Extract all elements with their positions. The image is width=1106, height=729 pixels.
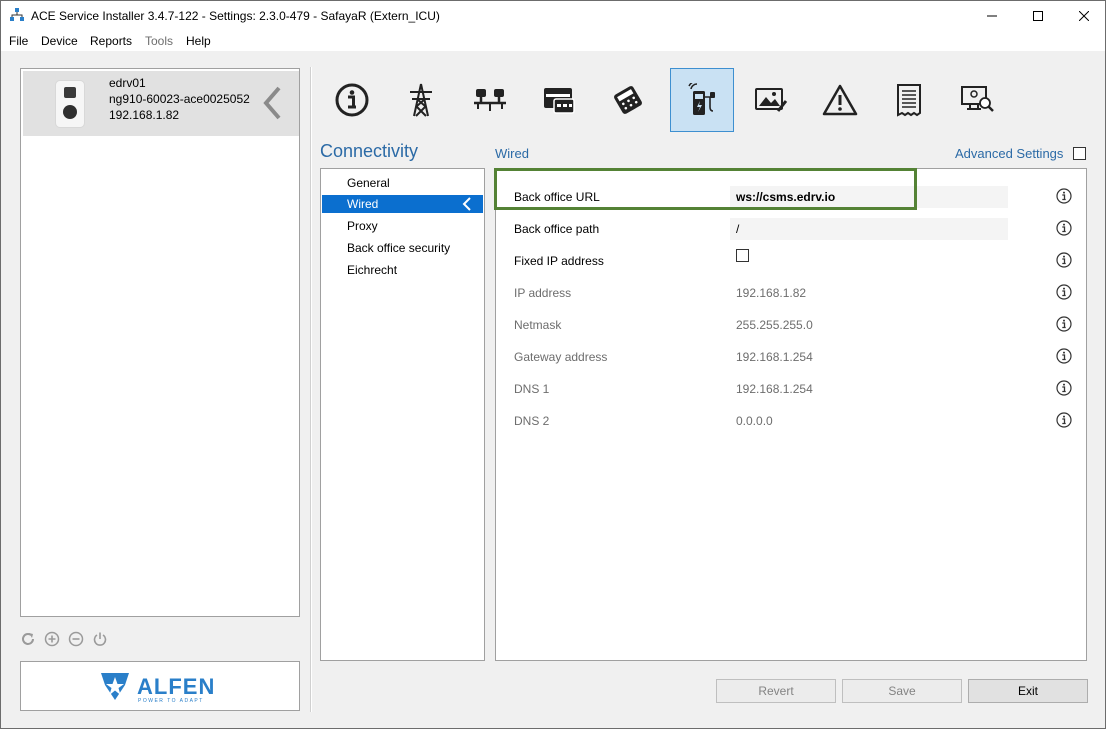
category-diagnostics[interactable] xyxy=(946,68,1010,132)
subnav-item-proxy[interactable]: Proxy xyxy=(322,217,483,235)
display-image-icon xyxy=(755,88,788,112)
info-icon[interactable] xyxy=(1056,380,1072,396)
panel-divider xyxy=(310,67,312,712)
window-title: ACE Service Installer 3.4.7-122 - Settin… xyxy=(31,9,440,23)
maximize-button[interactable] xyxy=(1015,1,1061,31)
chevron-left-icon xyxy=(462,197,472,216)
info-icon[interactable] xyxy=(1056,220,1072,236)
category-connectivity[interactable] xyxy=(670,68,734,132)
power-icon[interactable] xyxy=(92,631,108,647)
fixed-ip-checkbox[interactable] xyxy=(736,249,749,262)
device-ip: 192.168.1.82 xyxy=(109,108,180,122)
device-list: edrv01 ng910-60023-ace0025052 192.168.1.… xyxy=(20,68,300,617)
device-list-item[interactable]: edrv01 ng910-60023-ace0025052 192.168.1.… xyxy=(23,71,299,136)
chevron-left-icon[interactable] xyxy=(261,85,283,124)
dns1-label: DNS 1 xyxy=(514,382,550,396)
back-office-path-field[interactable] xyxy=(730,218,1008,240)
gateway-value: 192.168.1.254 xyxy=(736,350,813,364)
diagnostics-icon xyxy=(961,86,994,112)
add-icon[interactable] xyxy=(44,631,60,647)
info-icon xyxy=(335,83,369,117)
alfen-logo: ALFEN POWER TO ADAPT xyxy=(20,661,300,711)
document-icon xyxy=(897,84,921,117)
menu-device[interactable]: Device xyxy=(41,34,78,48)
fixed-ip-label: Fixed IP address xyxy=(514,254,604,268)
info-icon[interactable] xyxy=(1056,284,1072,300)
category-display[interactable] xyxy=(739,68,803,132)
menu-tools[interactable]: Tools xyxy=(145,34,173,48)
connectivity-subnav: General Wired Proxy Back office security… xyxy=(320,168,485,661)
refresh-icon[interactable] xyxy=(20,631,36,647)
close-icon xyxy=(1079,11,1089,21)
subnav-item-eichrecht[interactable]: Eichrecht xyxy=(322,261,483,279)
menu-help[interactable]: Help xyxy=(186,34,211,48)
subnav-item-wired[interactable]: Wired xyxy=(322,195,483,213)
minimize-icon xyxy=(987,15,997,17)
warning-icon xyxy=(822,84,858,116)
menu-reports[interactable]: Reports xyxy=(90,34,132,48)
connectivity-charger-icon xyxy=(688,83,715,115)
subnav-item-back-office-security[interactable]: Back office security xyxy=(322,239,483,257)
remove-icon[interactable] xyxy=(68,631,84,647)
category-grid[interactable] xyxy=(389,68,453,132)
advanced-settings-label[interactable]: Advanced Settings xyxy=(955,146,1063,161)
logo-name: ALFEN xyxy=(137,674,216,699)
menu-bar: File Device Reports Tools Help xyxy=(1,31,1105,51)
payment-terminal-icon xyxy=(614,86,642,114)
dns2-value: 0.0.0.0 xyxy=(736,414,773,428)
card-reader-icon xyxy=(544,88,575,114)
alfen-logo-mark-icon xyxy=(99,670,131,705)
title-bar: ACE Service Installer 3.4.7-122 - Settin… xyxy=(1,1,1105,31)
revert-button[interactable]: Revert xyxy=(716,679,836,703)
category-warnings[interactable] xyxy=(808,68,872,132)
category-info[interactable] xyxy=(320,68,384,132)
charger-device-icon xyxy=(55,80,85,128)
info-icon[interactable] xyxy=(1056,348,1072,364)
maximize-icon xyxy=(1033,11,1043,21)
info-icon[interactable] xyxy=(1056,316,1072,332)
minimize-button[interactable] xyxy=(969,1,1015,31)
subnav-item-label: Wired xyxy=(347,197,379,211)
exit-button[interactable]: Exit xyxy=(968,679,1088,703)
category-documents[interactable] xyxy=(877,68,941,132)
device-info: edrv01 ng910-60023-ace0025052 192.168.1.… xyxy=(109,75,250,123)
netmask-value: 255.255.255.0 xyxy=(736,318,813,332)
info-icon[interactable] xyxy=(1056,412,1072,428)
ip-address-value: 192.168.1.82 xyxy=(736,286,807,300)
device-serial: ng910-60023-ace0025052 xyxy=(109,92,250,106)
save-button[interactable]: Save xyxy=(842,679,962,703)
netmask-label: Netmask xyxy=(514,318,562,332)
dns2-label: DNS 2 xyxy=(514,414,550,428)
info-icon[interactable] xyxy=(1056,252,1072,268)
power-tower-icon xyxy=(410,83,432,117)
logo-tagline: POWER TO ADAPT xyxy=(138,698,204,704)
close-button[interactable] xyxy=(1061,1,1106,31)
highlight-annotation xyxy=(494,168,917,210)
back-office-path-value[interactable]: / xyxy=(736,222,739,236)
category-payment[interactable] xyxy=(596,68,660,132)
section-title: Connectivity xyxy=(320,141,419,161)
dns1-value: 192.168.1.254 xyxy=(736,382,813,396)
app-network-icon xyxy=(9,7,25,23)
info-icon[interactable] xyxy=(1056,188,1072,204)
menu-file[interactable]: File xyxy=(9,34,28,48)
app-window: ACE Service Installer 3.4.7-122 - Settin… xyxy=(0,0,1106,729)
advanced-settings-checkbox[interactable] xyxy=(1073,147,1086,160)
back-office-path-label: Back office path xyxy=(514,222,600,236)
subnav-item-general[interactable]: General xyxy=(322,174,483,192)
ip-address-label: IP address xyxy=(514,286,572,300)
device-name: edrv01 xyxy=(109,76,146,90)
main-area: edrv01 ng910-60023-ace0025052 192.168.1.… xyxy=(1,51,1105,728)
category-balancing[interactable] xyxy=(458,68,522,132)
gateway-label: Gateway address xyxy=(514,350,608,364)
subsection-title: Wired xyxy=(495,146,529,161)
category-card-reader[interactable] xyxy=(527,68,591,132)
wired-settings-panel: Back office URL ws://csms.edrv.io Back o… xyxy=(495,168,1087,661)
balance-icon xyxy=(474,89,506,111)
